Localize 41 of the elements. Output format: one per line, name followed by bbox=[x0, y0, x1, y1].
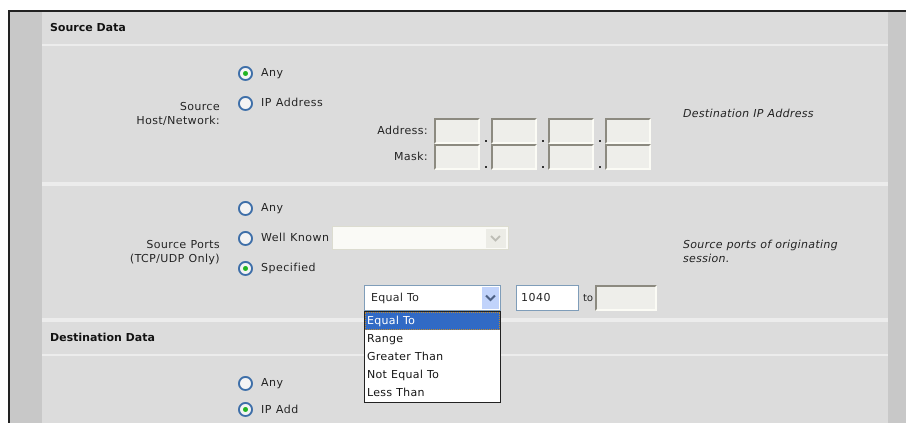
radio-label: IP Address bbox=[261, 94, 324, 111]
dropdown-option[interactable]: Not Equal To bbox=[365, 366, 500, 384]
octet-field[interactable] bbox=[491, 144, 537, 170]
octet-field[interactable] bbox=[605, 144, 651, 170]
radio-button[interactable] bbox=[238, 96, 253, 110]
octet-field[interactable] bbox=[548, 144, 594, 170]
section-heading: Destination Data bbox=[50, 330, 155, 346]
radio-button[interactable] bbox=[238, 402, 253, 418]
octet-field[interactable] bbox=[434, 144, 480, 170]
dropdown-option[interactable]: Less Than bbox=[365, 384, 500, 402]
dropdown-option[interactable]: Range bbox=[365, 330, 500, 348]
radio-label: Any bbox=[261, 200, 284, 216]
radio-label: Any bbox=[261, 375, 284, 391]
radio-label: Specified bbox=[261, 260, 316, 276]
section-heading: Source Data bbox=[50, 20, 126, 36]
radio-button[interactable] bbox=[238, 200, 253, 216]
radio-button[interactable] bbox=[238, 260, 253, 276]
radio-button[interactable] bbox=[238, 66, 253, 80]
chevron-icon bbox=[486, 228, 506, 248]
port-field[interactable]: 1040 bbox=[516, 285, 579, 311]
octet-field[interactable] bbox=[491, 118, 537, 144]
port-field[interactable] bbox=[595, 285, 658, 311]
field-label: Address: bbox=[376, 122, 429, 139]
field-description: Source ports of originating session. bbox=[683, 238, 839, 266]
dropdown-option[interactable]: Equal To bbox=[365, 312, 500, 330]
field-label: Source Host/Network: bbox=[135, 100, 220, 128]
dropdown[interactable]: Equal To bbox=[364, 285, 501, 311]
radio-label: Well Known bbox=[261, 230, 330, 246]
radio-button[interactable] bbox=[238, 230, 253, 246]
chevron-icon bbox=[482, 287, 499, 309]
radio-label: Any bbox=[261, 64, 284, 81]
octet-field[interactable] bbox=[434, 118, 480, 144]
octet-field[interactable] bbox=[605, 118, 651, 144]
radio-button[interactable] bbox=[238, 376, 253, 391]
field-label: Mask: bbox=[392, 148, 429, 165]
dropdown-option[interactable]: Greater Than bbox=[365, 348, 500, 366]
radio-label: IP Add bbox=[261, 402, 299, 418]
octet-field[interactable] bbox=[548, 118, 594, 144]
field-description: Destination IP Address bbox=[683, 107, 815, 121]
field-label: Source Ports (TCP/UDP Only) bbox=[128, 238, 220, 266]
range-label: to bbox=[583, 292, 594, 306]
